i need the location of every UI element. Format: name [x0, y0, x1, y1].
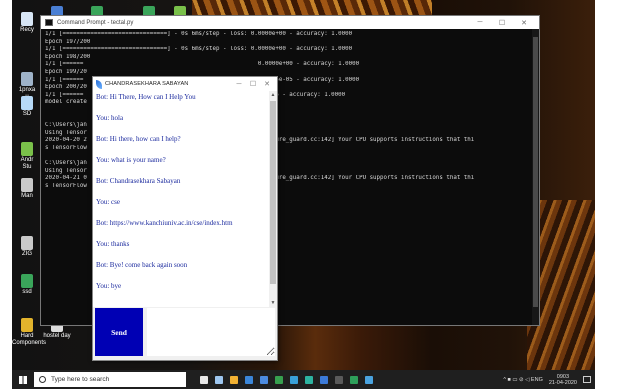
- desktop-icon-label: ZIG: [22, 251, 32, 257]
- app-icon: [274, 375, 283, 384]
- cmd-title: Command Prompt - tectal.py: [57, 19, 134, 26]
- app-icon: [21, 274, 33, 288]
- desktop: Recy1pnxa uSDAndr StuManZIGssdHard Compo…: [12, 0, 595, 370]
- cmd-titlebar[interactable]: Command Prompt - tectal.py ─ ☐ ✕: [41, 16, 539, 29]
- bot-message: Bot: Chandrasekhara Sabayan: [96, 177, 181, 185]
- desktop-icon-label: Andr Stu: [20, 157, 34, 170]
- taskbar-apps: [196, 370, 376, 389]
- app-icon: [259, 375, 268, 384]
- minimize-icon[interactable]: ─: [232, 81, 246, 88]
- message-input[interactable]: [147, 308, 275, 356]
- chat-scroll-thumb[interactable]: [270, 101, 276, 284]
- app-icon: [21, 178, 33, 192]
- taskbar-app-icon[interactable]: [301, 370, 316, 389]
- taskbar-app-icon[interactable]: [241, 370, 256, 389]
- taskbar-app-icon[interactable]: [361, 370, 376, 389]
- search-icon: [39, 376, 46, 383]
- close-icon[interactable]: ✕: [513, 19, 535, 27]
- bot-message: Bot: https://www.kanchiuniv.ac.in/cse/in…: [96, 219, 233, 227]
- terminal-icon: [45, 19, 53, 26]
- system-tray: ^ ■ ▭ ⊘ ◁ ENG 0903 21-04-2020: [503, 374, 595, 386]
- chatbot-titlebar[interactable]: CHANDRASEKHARA SABAYAN ─ ☐ ✕: [93, 77, 277, 91]
- search-placeholder: Type here to search: [51, 376, 110, 383]
- desktop-icon[interactable]: Andr Stu: [12, 142, 42, 171]
- taskbar-app-icon[interactable]: [331, 370, 346, 389]
- cmd-line: Epoch 197/200: [45, 38, 91, 45]
- app-icon: [21, 96, 33, 110]
- bot-message: Bot: Hi there, how can I help?: [96, 135, 181, 143]
- app-icon: [319, 375, 328, 384]
- desktop-icon[interactable]: ssd: [12, 274, 42, 296]
- user-message: You: bye: [96, 282, 122, 290]
- screen: Recy1pnxa uSDAndr StuManZIGssdHard Compo…: [12, 0, 595, 389]
- taskbar-app-icon[interactable]: [316, 370, 331, 389]
- app-icon: [364, 375, 373, 384]
- chat-log[interactable]: Bot: Hi There, How can I Help You You: ho…: [93, 91, 269, 307]
- app-icon: [199, 375, 208, 384]
- app-icon: [21, 142, 33, 156]
- desktop-icon[interactable]: Recy: [12, 12, 42, 34]
- cmd-line: 1/1 [====== 0.0000e+00 - accuracy: 1.000…: [45, 61, 360, 68]
- app-icon: [349, 375, 358, 384]
- send-button[interactable]: Send: [95, 308, 143, 356]
- app-icon: [229, 375, 238, 384]
- minimize-icon[interactable]: ─: [469, 19, 491, 26]
- scroll-up-icon[interactable]: ▲: [269, 91, 277, 99]
- app-icon: [244, 375, 253, 384]
- app-icon: [214, 375, 223, 384]
- desktop-icon[interactable]: ZIG: [12, 236, 42, 258]
- app-icon: [21, 318, 33, 332]
- taskbar-app-icon[interactable]: [196, 370, 211, 389]
- clock-date: 21-04-2020: [548, 379, 577, 386]
- taskbar-app-icon[interactable]: [271, 370, 286, 389]
- chatbot-title: CHANDRASEKHARA SABAYAN: [105, 81, 189, 87]
- app-icon: [21, 12, 33, 26]
- chatbot-window[interactable]: CHANDRASEKHARA SABAYAN ─ ☐ ✕ Bot: Hi The…: [92, 76, 278, 361]
- cmd-scroll-thumb[interactable]: [533, 37, 538, 307]
- desktop-icon[interactable]: Hard Components: [12, 318, 46, 347]
- desktop-icon-label: Man: [21, 193, 33, 199]
- maximize-icon[interactable]: ☐: [491, 19, 513, 27]
- desktop-icon[interactable]: SD: [12, 96, 42, 118]
- taskbar-app-icon[interactable]: [211, 370, 226, 389]
- bot-message: Bot: Bye! come back again soon: [96, 261, 188, 269]
- desktop-icon-label: SD: [22, 111, 32, 117]
- taskbar-app-icon[interactable]: [286, 370, 301, 389]
- app-icon: [334, 375, 343, 384]
- taskbar-app-icon[interactable]: [346, 370, 361, 389]
- desktop-icon-label: ssd: [22, 289, 32, 295]
- bot-message: Bot: Hi There, How can I Help You: [96, 93, 196, 101]
- app-icon: [21, 72, 33, 86]
- taskbar-app-icon[interactable]: [256, 370, 271, 389]
- user-message: You: cse: [96, 198, 120, 206]
- taskbar: Type here to search ^ ■ ▭ ⊘ ◁ ENG 0903 2…: [12, 370, 595, 389]
- cmd-line: 1/1 [==============================] - 0…: [45, 46, 353, 53]
- user-message: You: hola: [96, 114, 124, 122]
- maximize-icon[interactable]: ☐: [246, 80, 260, 88]
- desktop-icon-label: Hard Components: [12, 333, 47, 346]
- user-message: You: thanks: [96, 240, 130, 248]
- windows-icon: [19, 375, 27, 384]
- desktop-icon-label: Recy: [20, 27, 34, 33]
- notification-icon[interactable]: [583, 376, 591, 383]
- app-icon: [21, 236, 33, 250]
- tray-icons[interactable]: ^ ■ ▭ ⊘ ◁ ENG: [503, 377, 543, 383]
- app-icon: [289, 375, 298, 384]
- desktop-icon[interactable]: Man: [12, 178, 42, 200]
- app-icon: [304, 375, 313, 384]
- user-message: You: what is your name?: [96, 156, 166, 164]
- clock[interactable]: 0903 21-04-2020: [549, 374, 577, 386]
- desktop-icon-label: hostel day: [43, 333, 71, 339]
- cmd-scrollbar[interactable]: [532, 29, 539, 325]
- close-icon[interactable]: ✕: [260, 80, 274, 88]
- chat-scrollbar[interactable]: ▲ ▼: [269, 91, 277, 307]
- start-button[interactable]: [12, 370, 34, 389]
- cmd-line: Epoch 198/200: [45, 53, 91, 60]
- scroll-down-icon[interactable]: ▼: [269, 299, 277, 307]
- feather-icon: [96, 79, 102, 89]
- taskbar-app-icon[interactable]: [226, 370, 241, 389]
- taskbar-search[interactable]: Type here to search: [34, 372, 186, 387]
- cmd-line: 1/1 [==============================] - 0…: [45, 31, 353, 37]
